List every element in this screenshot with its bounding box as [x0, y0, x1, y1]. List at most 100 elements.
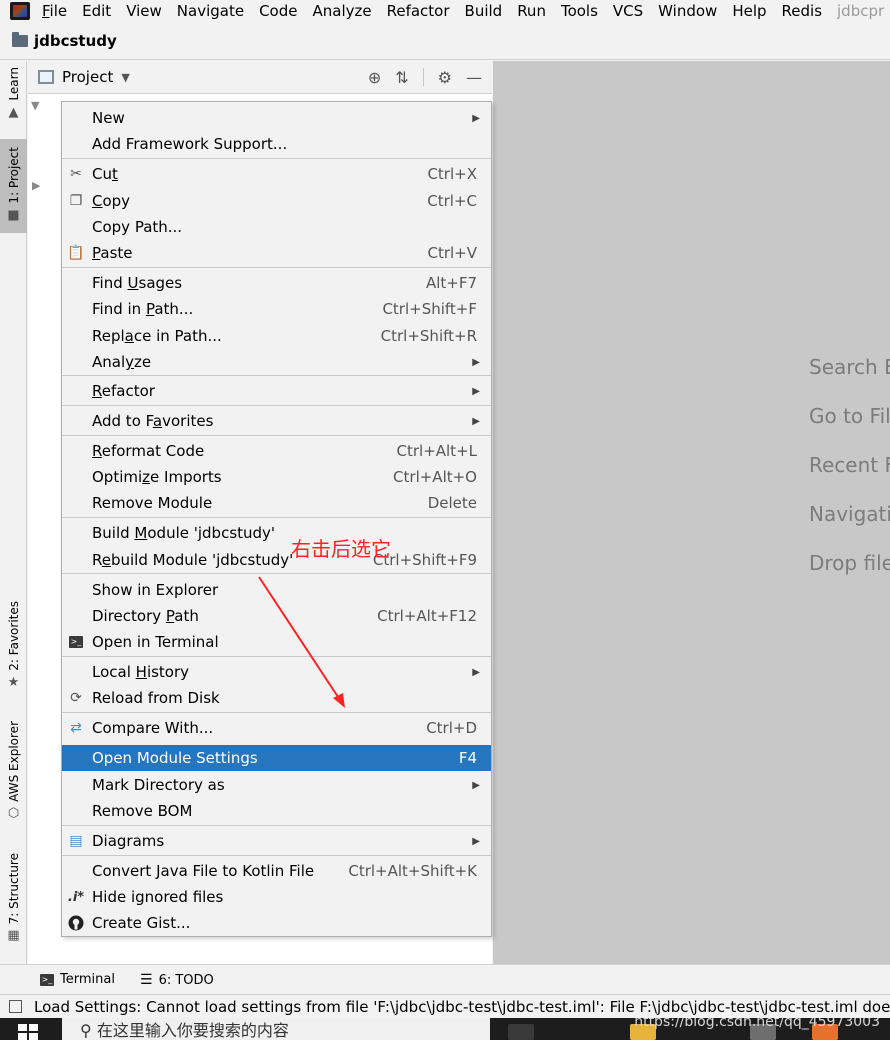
menu-item-add-to-favorites[interactable]: Add to Favorites ▶	[62, 408, 491, 434]
tool-tab-terminal[interactable]: >_ Terminal	[40, 972, 115, 987]
menu-item-remove-bom[interactable]: Remove BOM	[62, 798, 491, 824]
submenu-arrow-icon: ▶	[472, 666, 480, 678]
menu-analyze[interactable]: Analyze	[312, 2, 371, 20]
menu-item-hide-ignored-files[interactable]: .i* Hide ignored files	[62, 884, 491, 910]
menu-item-optimize-imports[interactable]: Optimize Imports Ctrl+Alt+O	[62, 464, 491, 490]
project-panel-header: Project ▼ ⊕ ⇅ ⚙ —	[28, 61, 492, 94]
menu-build[interactable]: Build	[465, 2, 503, 20]
minimize-icon[interactable]: —	[466, 68, 482, 87]
menu-item-create-gist[interactable]: Create Gist...	[62, 910, 491, 936]
menu-file[interactable]: File	[42, 2, 67, 20]
menu-divider	[62, 158, 491, 159]
menu-item-diagrams[interactable]: ▤ Diagrams ▶	[62, 828, 491, 854]
project-view-title[interactable]: Project	[62, 68, 113, 86]
submenu-arrow-icon: ▶	[472, 415, 480, 427]
menu-edit[interactable]: Edit	[82, 2, 111, 20]
menu-item-optimize-imports-label: Optimize Imports	[92, 468, 222, 486]
project-folder-icon: ■	[7, 207, 20, 223]
tool-tab-structure-label: 7: Structure	[6, 853, 21, 925]
menu-item-reformat-code[interactable]: Reformat Code Ctrl+Alt+L	[62, 438, 491, 464]
learn-icon: ▲	[8, 104, 19, 120]
menu-item-reload-from-disk[interactable]: ⟳ Reload from Disk	[62, 685, 491, 711]
menu-item-rebuild-module[interactable]: Rebuild Module 'jdbcstudy' Ctrl+Shift+F9	[62, 547, 491, 573]
tool-tab-todo-label: 6: TODO	[158, 972, 214, 988]
project-view-icon	[38, 70, 54, 84]
chevron-down-icon[interactable]: ▼	[121, 71, 129, 84]
list-icon: ☰	[140, 972, 153, 988]
menu-item-show-in-explorer[interactable]: Show in Explorer	[62, 577, 491, 603]
menu-item-convert-to-kotlin-label: Convert Java File to Kotlin File	[92, 862, 315, 880]
tool-tab-aws-explorer[interactable]: AWS Explorer ⬡	[0, 721, 27, 821]
taskbar-search-box[interactable]: ⚲ 在这里输入你要搜索的内容	[62, 1018, 490, 1040]
breadcrumb-project[interactable]: jdbcstudy	[34, 32, 117, 50]
tree-collapse-arrow-icon[interactable]: ▼	[31, 99, 39, 112]
reload-icon: ⟳	[70, 690, 82, 706]
menu-redis[interactable]: Redis	[782, 2, 822, 20]
menu-item-diagrams-label: Diagrams	[92, 832, 165, 850]
tool-tab-structure[interactable]: 7: Structure ▦	[0, 853, 27, 943]
menu-divider	[62, 855, 491, 856]
menu-item-remove-module[interactable]: Remove Module Delete	[62, 490, 491, 516]
menu-view[interactable]: View	[126, 2, 162, 20]
menu-item-copy[interactable]: ❐ Copy Ctrl+C	[62, 188, 491, 214]
menu-item-compare-with-shortcut: Ctrl+D	[426, 719, 477, 737]
menu-item-add-framework-support[interactable]: Add Framework Support...	[62, 131, 491, 157]
tree-expand-arrow-icon[interactable]: ▶	[32, 179, 40, 192]
tool-tab-learn-label: Learn	[6, 67, 21, 101]
menu-window[interactable]: Window	[658, 2, 717, 20]
search-icon: ⚲	[80, 1021, 92, 1040]
star-icon: ★	[7, 674, 20, 690]
windows-start-icon[interactable]	[18, 1024, 38, 1040]
menu-item-find-usages-shortcut: Alt+F7	[425, 274, 477, 292]
menu-item-local-history[interactable]: Local History ▶	[62, 659, 491, 685]
editor-empty-area[interactable]: Search E Go to Fil Recent F Navigatio Dr…	[493, 61, 890, 964]
menu-item-find-in-path[interactable]: Find in Path... Ctrl+Shift+F	[62, 296, 491, 322]
menu-item-replace-in-path[interactable]: Replace in Path... Ctrl+Shift+R	[62, 323, 491, 349]
tool-tab-favorites[interactable]: 2: Favorites ★	[0, 601, 27, 690]
status-window-icon[interactable]	[9, 1000, 22, 1013]
menu-divider	[62, 656, 491, 657]
menu-item-build-module[interactable]: Build Module 'jdbcstudy'	[62, 520, 491, 546]
menu-vcs[interactable]: VCS	[613, 2, 643, 20]
editor-hint-search: Search E	[809, 355, 890, 379]
menu-item-mark-directory-as[interactable]: Mark Directory as ▶	[62, 772, 491, 798]
menu-item-copy-path[interactable]: Copy Path...	[62, 214, 491, 240]
menu-item-refactor[interactable]: Refactor ▶	[62, 378, 491, 404]
menu-item-create-gist-label: Create Gist...	[92, 914, 191, 932]
task-view-icon[interactable]	[508, 1024, 534, 1040]
menu-item-new[interactable]: New ▶	[62, 105, 491, 131]
locate-target-icon[interactable]: ⊕	[368, 68, 381, 87]
window-title-overflow: jdbcpr	[837, 2, 885, 20]
menu-refactor[interactable]: Refactor	[387, 2, 450, 20]
menu-navigate[interactable]: Navigate	[177, 2, 244, 20]
status-message[interactable]: Load Settings: Cannot load settings from…	[34, 998, 890, 1016]
menu-item-cut[interactable]: ✂ Cut Ctrl+X	[62, 161, 491, 187]
menu-run[interactable]: Run	[517, 2, 546, 20]
menu-item-open-module-settings-shortcut: F4	[458, 749, 477, 767]
tool-tab-favorites-label: 2: Favorites	[6, 601, 21, 671]
menu-tools[interactable]: Tools	[561, 2, 598, 20]
menu-item-open-module-settings[interactable]: Open Module Settings F4	[62, 745, 491, 771]
tool-tab-learn[interactable]: Learn ▲	[0, 67, 27, 120]
menu-item-compare-with[interactable]: ⇄ Compare With... Ctrl+D	[62, 715, 491, 741]
menu-item-paste[interactable]: 📋 Paste Ctrl+V	[62, 240, 491, 266]
mnemonic-underline: R	[92, 382, 102, 400]
tool-tab-project[interactable]: 1: Project ■	[0, 139, 27, 233]
terminal-icon: >_	[69, 636, 83, 648]
tool-tab-terminal-label: Terminal	[60, 972, 115, 987]
gear-icon[interactable]: ⚙	[438, 68, 452, 87]
tool-tab-todo[interactable]: ☰ 6: TODO	[140, 972, 214, 988]
tool-tab-project-label: 1: Project	[6, 147, 21, 204]
collapse-all-icon[interactable]: ⇅	[395, 68, 408, 87]
menu-item-convert-to-kotlin[interactable]: Convert Java File to Kotlin File Ctrl+Al…	[62, 858, 491, 884]
menu-item-copy-shortcut: Ctrl+C	[427, 192, 477, 210]
structure-icon: ▦	[7, 928, 20, 944]
menu-help[interactable]: Help	[732, 2, 766, 20]
menu-code[interactable]: Code	[259, 2, 297, 20]
menu-item-compare-with-label: Compare With...	[92, 719, 214, 737]
menu-item-find-usages[interactable]: Find Usages Alt+F7	[62, 270, 491, 296]
menu-item-open-in-terminal[interactable]: >_ Open in Terminal	[62, 629, 491, 655]
menu-item-analyze[interactable]: Analyze ▶	[62, 349, 491, 375]
bottom-tool-bar: >_ Terminal ☰ 6: TODO	[0, 964, 890, 994]
menu-item-directory-path[interactable]: Directory Path Ctrl+Alt+F12	[62, 603, 491, 629]
